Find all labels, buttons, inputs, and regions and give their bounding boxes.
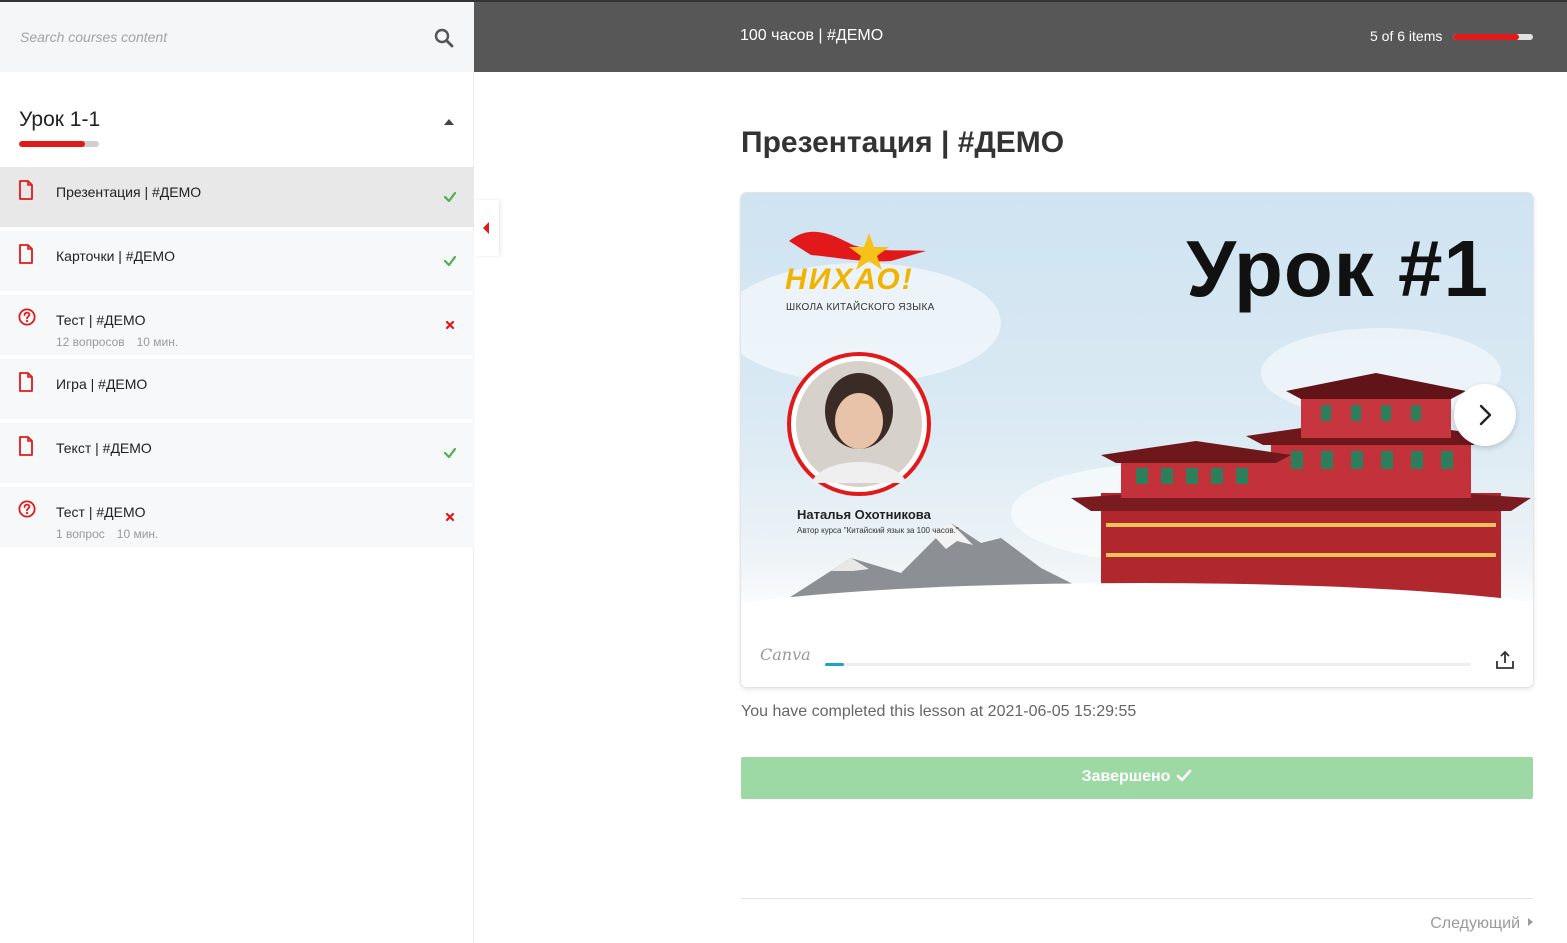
cross-icon — [442, 317, 458, 333]
lesson-item-list: Презентация | #ДЕМО Карточки | #ДЕМО Тест … — [0, 167, 474, 551]
lesson-item-label: Карточки | #ДЕМО — [56, 248, 175, 264]
cross-icon — [442, 509, 458, 525]
sidebar: Урок 1-1 Презентация | #ДЕМО Карточки | #… — [0, 0, 474, 943]
lesson-item-meta: 12 вопросов 10 мин. — [56, 335, 178, 349]
check-icon — [442, 253, 458, 269]
document-icon — [18, 372, 34, 392]
items-count: 5 of 6 items — [1370, 28, 1443, 44]
next-lesson-link[interactable]: Следующий — [1430, 915, 1533, 933]
lesson-title: Презентация | #ДЕМО — [741, 126, 1065, 159]
canva-logo[interactable]: Canva — [760, 645, 811, 664]
lesson-item-meta-value: 10 мин. — [116, 527, 159, 541]
school-logo: НИХАО! — [785, 263, 914, 296]
lesson-item[interactable]: Тест | #ДЕМО 1 вопрос 10 мин. — [0, 487, 474, 547]
completion-message: You have completed this lesson at 2021-0… — [741, 703, 1137, 720]
complete-button[interactable]: Завершено — [741, 757, 1533, 799]
search-bar — [0, 2, 474, 72]
lesson-item-label: Тест | #ДЕМО — [56, 504, 146, 520]
complete-button-label: Завершено — [1081, 768, 1171, 785]
section-header[interactable]: Урок 1-1 — [0, 72, 474, 166]
lesson-item[interactable]: Презентация | #ДЕМО — [0, 167, 474, 227]
lesson-item[interactable]: Тест | #ДЕМО 12 вопросов 10 мин. — [0, 295, 474, 355]
embed-toolbar: Canva — [741, 623, 1533, 687]
document-icon — [18, 180, 34, 200]
chevron-right-icon — [1479, 404, 1492, 426]
app: Урок 1-1 Презентация | #ДЕМО Карточки | #… — [0, 0, 1567, 943]
presentation-slide: НИХАО! ШКОЛА КИТАЙСКОГО ЯЗЫКА Урок #1 На… — [741, 193, 1533, 623]
section-progress-fill — [19, 141, 85, 147]
lesson-item-meta-value: 1 вопрос — [56, 527, 105, 541]
document-icon — [18, 244, 34, 264]
school-subtitle: ШКОЛА КИТАЙСКОГО ЯЗЫКА — [786, 302, 935, 313]
lesson-item[interactable]: Карточки | #ДЕМО — [0, 231, 474, 291]
top-border — [0, 0, 1567, 2]
lesson-item-label: Тест | #ДЕМО — [56, 312, 146, 328]
lesson-item-meta-value: 10 мин. — [136, 335, 179, 349]
embed-progress-bar[interactable] — [825, 663, 1471, 666]
question-circle-icon — [18, 500, 36, 520]
check-icon — [442, 189, 458, 205]
share-icon[interactable] — [1494, 649, 1516, 671]
presentation-embed[interactable]: НИХАО! ШКОЛА КИТАЙСКОГО ЯЗЫКА Урок #1 На… — [741, 193, 1533, 687]
lesson-item[interactable]: Игра | #ДЕМО — [0, 359, 474, 419]
author-caption: Автор курса "Китайский язык за 100 часов… — [797, 526, 959, 535]
section-progress-bar — [19, 141, 99, 147]
embed-progress-fill — [825, 663, 845, 666]
sidebar-toggle-button[interactable] — [474, 200, 499, 256]
lesson-item-label: Текст | #ДЕМО — [56, 440, 152, 456]
slide-next-button[interactable] — [1454, 384, 1516, 446]
lesson-item[interactable]: Текст | #ДЕМО — [0, 423, 474, 483]
divider — [741, 898, 1533, 899]
section-title: Урок 1-1 — [19, 108, 101, 131]
caret-right-icon — [1528, 918, 1533, 926]
course-header: 100 часов | #ДЕМО 5 of 6 items — [474, 2, 1567, 72]
lesson-item-meta-value: 12 вопросов — [56, 335, 125, 349]
check-icon — [1176, 769, 1192, 788]
chevron-up-icon[interactable] — [440, 116, 458, 130]
search-input[interactable] — [0, 2, 420, 72]
search-icon[interactable] — [432, 26, 456, 50]
question-circle-icon — [18, 308, 36, 328]
course-progress-fill — [1453, 34, 1520, 40]
document-icon — [18, 436, 34, 456]
lesson-item-label: Презентация | #ДЕМО — [56, 184, 202, 200]
next-lesson-label: Следующий — [1430, 915, 1520, 932]
check-icon — [442, 445, 458, 461]
course-title: 100 часов | #ДЕМО — [740, 27, 884, 44]
lesson-item-label: Игра | #ДЕМО — [56, 376, 148, 392]
lesson-item-meta: 1 вопрос 10 мин. — [56, 527, 158, 541]
author-name: Наталья Охотникова — [797, 507, 931, 522]
slide-heading: Урок #1 — [1186, 224, 1489, 313]
course-progress-bar — [1453, 34, 1533, 40]
